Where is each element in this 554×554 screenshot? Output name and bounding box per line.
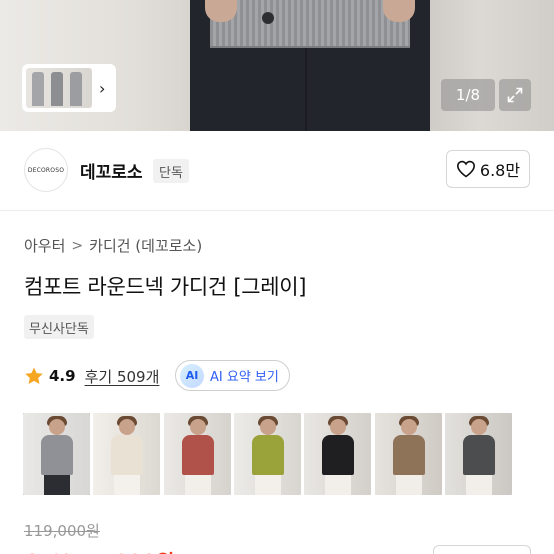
swatch-pants xyxy=(185,475,211,495)
heart-icon xyxy=(456,160,475,178)
original-price: 119,000원 xyxy=(24,522,100,540)
ai-summary-label: AI 요약 보기 xyxy=(210,370,279,385)
swatch-cardigan xyxy=(463,435,495,475)
swatch-head xyxy=(401,419,417,435)
breadcrumb: 아우터 > 카디건 (데꼬로소) xyxy=(24,235,202,256)
review-count-link[interactable]: 후기 509개 xyxy=(85,366,160,387)
color-option-ivory[interactable] xyxy=(93,413,160,495)
brand-row: DECOROSO 데꼬로소 단독 6.8만 xyxy=(0,131,554,211)
rating-row: 4.9 후기 509개 xyxy=(24,361,159,391)
swatch-cardigan xyxy=(111,435,143,475)
hero-pants-seam xyxy=(305,48,307,131)
hero-cardigan-button xyxy=(262,12,274,24)
ai-icon: AI xyxy=(180,363,204,388)
swatch-head xyxy=(330,419,346,435)
color-option-red[interactable] xyxy=(164,413,231,495)
like-count: 6.8만 xyxy=(479,161,521,180)
breadcrumb-item-cardigan[interactable]: 카디건 (데꼬로소) xyxy=(89,235,202,256)
color-option-black[interactable] xyxy=(304,413,371,495)
swatch-pants xyxy=(114,475,140,495)
color-option-charcoal[interactable] xyxy=(445,413,512,495)
breadcrumb-item-outer[interactable]: 아우터 xyxy=(24,235,65,256)
star-icon xyxy=(25,367,43,384)
expand-button[interactable] xyxy=(499,79,531,111)
gallery-page-counter: 1/8 xyxy=(441,79,495,111)
rating-value: 4.9 xyxy=(49,367,76,385)
swatch-pants xyxy=(325,475,351,495)
swatch-cardigan xyxy=(182,435,214,475)
product-title: 컴포트 라운드넥 가디건 [그레이] xyxy=(24,275,307,299)
color-option-gray[interactable] xyxy=(23,413,90,495)
product-hero-image[interactable]: › 1/8 xyxy=(0,0,554,131)
gallery-next-icon[interactable]: › xyxy=(92,79,112,98)
color-option-brown[interactable] xyxy=(375,413,442,495)
thumbnail-figure xyxy=(51,72,63,106)
hero-background-right xyxy=(430,0,554,131)
brand-logo[interactable]: DECOROSO xyxy=(24,148,68,192)
swatch-head xyxy=(49,419,65,435)
brand-exclusive-badge: 단독 xyxy=(153,159,189,183)
expand-icon xyxy=(507,87,523,103)
swatch-cardigan xyxy=(322,435,354,475)
swatch-pants xyxy=(466,475,492,495)
swatch-head xyxy=(471,419,487,435)
swatch-pants xyxy=(255,475,281,495)
ai-summary-button[interactable]: AI AI 요약 보기 xyxy=(175,360,290,391)
swatch-head xyxy=(190,419,206,435)
coupon-button[interactable] xyxy=(433,545,531,554)
thumbnail-figure xyxy=(32,72,44,106)
musinsa-exclusive-badge: 무신사단독 xyxy=(24,315,94,339)
swatch-pants xyxy=(396,475,422,495)
thumbnail-figure xyxy=(70,72,82,106)
swatch-cardigan xyxy=(393,435,425,475)
swatch-head xyxy=(119,419,135,435)
like-button[interactable]: 6.8만 xyxy=(446,150,530,188)
swatch-cardigan xyxy=(252,435,284,475)
breadcrumb-separator: > xyxy=(71,237,84,254)
hero-cardigan xyxy=(210,0,410,48)
brand-name[interactable]: 데꼬로소 xyxy=(80,158,143,183)
swatch-cardigan xyxy=(41,435,73,475)
gallery-thumbnail-strip[interactable]: › xyxy=(22,64,116,112)
swatch-head xyxy=(260,419,276,435)
sale-price: 65% 77,000원 xyxy=(24,546,174,554)
color-option-olive[interactable] xyxy=(234,413,301,495)
gallery-thumbnail-image xyxy=(26,68,93,108)
swatch-pants xyxy=(44,475,70,495)
